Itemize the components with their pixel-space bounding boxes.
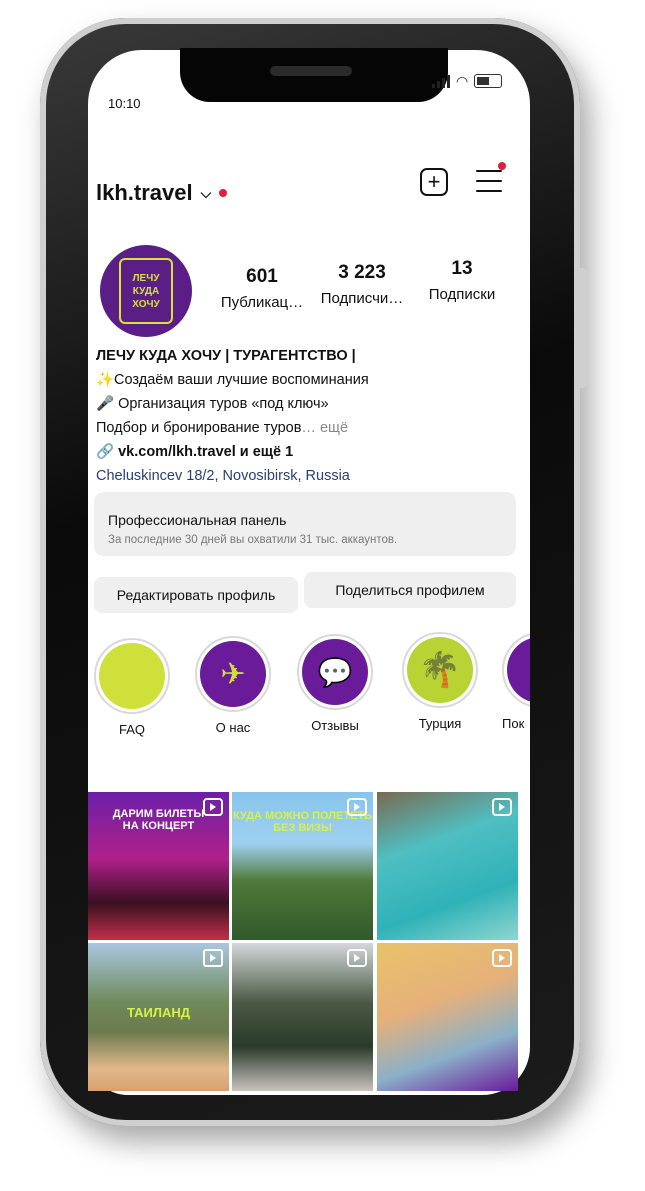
stat-posts-label: Публикац… bbox=[220, 294, 304, 311]
professional-dashboard[interactable]: Профессиональная панель За последние 30 … bbox=[94, 492, 516, 556]
post-tile[interactable] bbox=[232, 943, 373, 1091]
stat-followers-value: 3 223 bbox=[338, 262, 386, 283]
highlight-label: Турция bbox=[418, 716, 462, 731]
notification-dot bbox=[219, 189, 228, 197]
post-tile[interactable]: ДАРИМ БИЛЕТЫ НА КОНЦЕРТ bbox=[88, 792, 229, 940]
bio-link[interactable]: vk.com/lkh.travel и ещё 1 bbox=[118, 444, 293, 460]
bio-more-link[interactable]: … ещё bbox=[301, 420, 348, 436]
stat-followers-label: Подписчи… bbox=[320, 290, 404, 307]
reel-icon bbox=[203, 798, 223, 816]
share-profile-button[interactable]: Поделиться профилем bbox=[304, 572, 516, 608]
bio-name: ЛЕЧУ КУДА ХОЧУ | ТУРАГЕНТСТВО | bbox=[96, 348, 356, 364]
bio-line-2: 🎤 Организация туров «под ключ» bbox=[96, 396, 329, 412]
highlight-reviews[interactable]: 💬 Отзывы bbox=[297, 634, 373, 733]
bio: ЛЕЧУ КУДА ХОЧУ | ТУРАГЕНТСТВО | ✨Создаём… bbox=[96, 344, 426, 488]
highlight-faq[interactable]: FAQ bbox=[94, 638, 170, 737]
logo: ЛЕЧУ КУДА ХОЧУ bbox=[119, 258, 173, 324]
professional-dashboard-subtitle: За последние 30 дней вы охватили 31 тыс.… bbox=[108, 534, 398, 546]
stat-following-label: Подписки bbox=[428, 286, 496, 303]
highlight-label: О нас bbox=[215, 720, 251, 735]
post-tile[interactable]: КУДА МОЖНО ПОЛЕТЕТЬ БЕЗ ВИЗЫ bbox=[232, 792, 373, 940]
link-icon: 🔗 bbox=[96, 444, 115, 460]
bio-link-row[interactable]: 🔗 vk.com/lkh.travel и ещё 1 bbox=[96, 440, 426, 464]
create-button[interactable]: + bbox=[420, 168, 448, 196]
highlight-partial[interactable]: Пок bbox=[502, 632, 530, 731]
bio-line-3: Подбор и бронирование туров… ещё bbox=[96, 420, 349, 436]
speaker bbox=[270, 66, 352, 76]
bio-location[interactable]: Cheluskincev 18/2, Novosibirsk, Russia bbox=[96, 464, 426, 488]
highlight-label: Отзывы bbox=[311, 718, 359, 733]
highlight-cover bbox=[99, 643, 165, 709]
reel-icon bbox=[492, 949, 512, 967]
reel-icon bbox=[347, 949, 367, 967]
post-tile[interactable] bbox=[377, 943, 518, 1091]
stat-followers[interactable]: 3 223 Подписчи… bbox=[314, 262, 410, 307]
wifi-icon: ◠ bbox=[456, 73, 469, 89]
status-time: 10:10 bbox=[108, 96, 141, 111]
stat-posts-value: 601 bbox=[246, 266, 278, 287]
reel-icon bbox=[492, 798, 512, 816]
highlight-turkey[interactable]: 🌴 Турция bbox=[402, 632, 478, 731]
post-tile[interactable]: ТАИЛАНД bbox=[88, 943, 229, 1091]
username: lkh.travel bbox=[96, 180, 193, 205]
chat-bubbles-icon: 💬 bbox=[302, 639, 368, 705]
edit-profile-button[interactable]: Редактировать профиль bbox=[94, 577, 298, 613]
highlight-label: FAQ bbox=[118, 722, 145, 737]
reel-icon bbox=[347, 798, 367, 816]
avatar[interactable]: ЛЕЧУ КУДА ХОЧУ bbox=[100, 245, 192, 337]
signal-icon bbox=[432, 75, 450, 88]
highlight-label: Пок bbox=[502, 716, 525, 731]
stat-following-value: 13 bbox=[451, 258, 473, 279]
palm-tree-icon: 🌴 bbox=[407, 637, 473, 703]
album-icon bbox=[203, 949, 223, 967]
chevron-down-icon: ⌵ bbox=[200, 184, 212, 201]
stat-posts[interactable]: 601 Публикац… bbox=[218, 266, 306, 311]
menu-button[interactable] bbox=[476, 170, 502, 192]
post-caption: ТАИЛАНД bbox=[126, 1005, 190, 1020]
highlight-about[interactable]: ✈ О нас bbox=[195, 636, 271, 735]
battery-icon bbox=[474, 74, 503, 88]
status-icons: ◠ bbox=[432, 73, 503, 89]
account-switcher[interactable]: lkh.travel ⌵ bbox=[96, 180, 228, 206]
post-tile[interactable] bbox=[377, 792, 518, 940]
menu-notification-dot bbox=[498, 162, 506, 170]
stat-following[interactable]: 13 Подписки bbox=[420, 258, 504, 303]
highlight-cover bbox=[507, 637, 530, 703]
airplane-heart-icon: ✈ bbox=[200, 641, 266, 707]
professional-dashboard-title: Профессиональная панель bbox=[108, 512, 287, 528]
bio-line-1: ✨Создаём ваши лучшие воспоминания bbox=[96, 372, 369, 388]
